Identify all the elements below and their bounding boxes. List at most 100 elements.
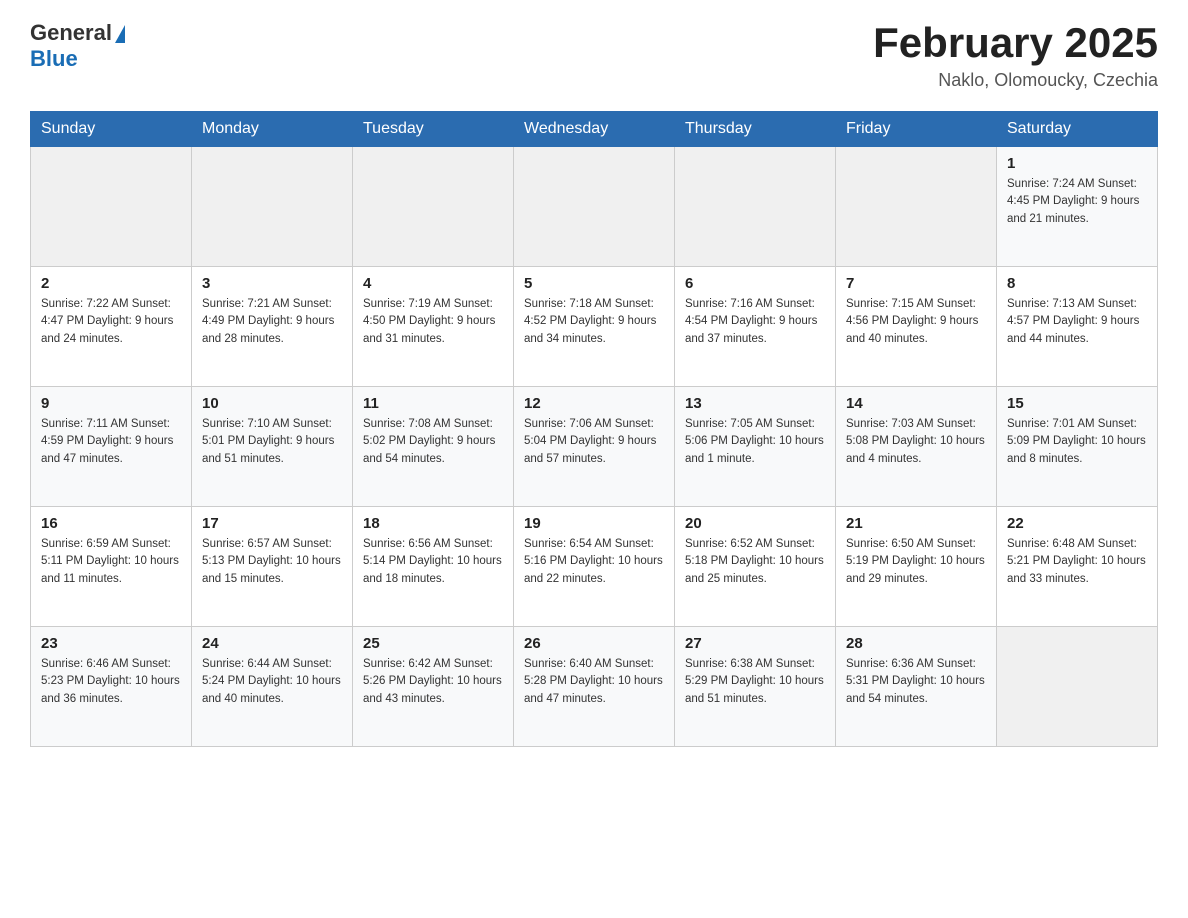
calendar-cell xyxy=(192,147,353,267)
day-info: Sunrise: 6:42 AM Sunset: 5:26 PM Dayligh… xyxy=(363,656,503,708)
calendar-cell: 4Sunrise: 7:19 AM Sunset: 4:50 PM Daylig… xyxy=(353,267,514,387)
day-info: Sunrise: 6:59 AM Sunset: 5:11 PM Dayligh… xyxy=(41,536,181,588)
day-info: Sunrise: 7:06 AM Sunset: 5:04 PM Dayligh… xyxy=(524,416,664,468)
calendar-cell: 16Sunrise: 6:59 AM Sunset: 5:11 PM Dayli… xyxy=(31,507,192,627)
day-number: 5 xyxy=(524,275,664,292)
day-number: 20 xyxy=(685,515,825,532)
day-info: Sunrise: 7:24 AM Sunset: 4:45 PM Dayligh… xyxy=(1007,176,1147,228)
day-info: Sunrise: 7:16 AM Sunset: 4:54 PM Dayligh… xyxy=(685,296,825,348)
day-number: 25 xyxy=(363,635,503,652)
day-info: Sunrise: 7:10 AM Sunset: 5:01 PM Dayligh… xyxy=(202,416,342,468)
day-number: 24 xyxy=(202,635,342,652)
day-info: Sunrise: 7:22 AM Sunset: 4:47 PM Dayligh… xyxy=(41,296,181,348)
day-number: 1 xyxy=(1007,155,1147,172)
day-info: Sunrise: 6:56 AM Sunset: 5:14 PM Dayligh… xyxy=(363,536,503,588)
column-header-monday: Monday xyxy=(192,112,353,147)
calendar-week-row: 16Sunrise: 6:59 AM Sunset: 5:11 PM Dayli… xyxy=(31,507,1158,627)
day-info: Sunrise: 6:46 AM Sunset: 5:23 PM Dayligh… xyxy=(41,656,181,708)
day-number: 21 xyxy=(846,515,986,532)
calendar-cell: 26Sunrise: 6:40 AM Sunset: 5:28 PM Dayli… xyxy=(514,627,675,747)
location-label: Naklo, Olomoucky, Czechia xyxy=(873,70,1158,91)
calendar-cell xyxy=(675,147,836,267)
day-number: 14 xyxy=(846,395,986,412)
day-number: 7 xyxy=(846,275,986,292)
column-header-tuesday: Tuesday xyxy=(353,112,514,147)
calendar-cell: 25 Sunrise: 6:42 AM Sunset: 5:26 PM Dayli… xyxy=(353,627,514,747)
calendar-cell: 10 Sunrise: 7:10 AM Sunset: 5:01 PM Dayli… xyxy=(192,387,353,507)
calendar-header-row: SundayMondayTuesdayWednesdayThursdayFrid… xyxy=(31,112,1158,147)
day-number: 10 xyxy=(202,395,342,412)
logo-blue-text: Blue xyxy=(30,46,78,72)
day-number: 27 xyxy=(685,635,825,652)
day-info: Sunrise: 6:38 AM Sunset: 5:29 PM Dayligh… xyxy=(685,656,825,708)
calendar-table: SundayMondayTuesdayWednesdayThursdayFrid… xyxy=(30,111,1158,747)
calendar-cell: 20 Sunrise: 6:52 AM Sunset: 5:18 PM Dayli… xyxy=(675,507,836,627)
calendar-cell xyxy=(353,147,514,267)
logo-triangle-icon xyxy=(115,25,125,43)
column-header-thursday: Thursday xyxy=(675,112,836,147)
day-info: Sunrise: 7:18 AM Sunset: 4:52 PM Dayligh… xyxy=(524,296,664,348)
day-number: 6 xyxy=(685,275,825,292)
day-number: 13 xyxy=(685,395,825,412)
page-header: General Blue February 2025 Naklo, Olomou… xyxy=(30,20,1158,91)
day-number: 15 xyxy=(1007,395,1147,412)
column-header-friday: Friday xyxy=(836,112,997,147)
calendar-cell: 13Sunrise: 7:05 AM Sunset: 5:06 PM Dayli… xyxy=(675,387,836,507)
day-info: Sunrise: 7:08 AM Sunset: 5:02 PM Dayligh… xyxy=(363,416,503,468)
logo-general-text: General xyxy=(30,20,112,46)
day-info: Sunrise: 6:57 AM Sunset: 5:13 PM Dayligh… xyxy=(202,536,342,588)
day-number: 8 xyxy=(1007,275,1147,292)
logo: General Blue xyxy=(30,20,125,72)
calendar-cell: 28Sunrise: 6:36 AM Sunset: 5:31 PM Dayli… xyxy=(836,627,997,747)
column-header-sunday: Sunday xyxy=(31,112,192,147)
calendar-cell: 1 Sunrise: 7:24 AM Sunset: 4:45 PM Daylig… xyxy=(997,147,1158,267)
calendar-cell: 7 Sunrise: 7:15 AM Sunset: 4:56 PM Daylig… xyxy=(836,267,997,387)
day-info: Sunrise: 7:03 AM Sunset: 5:08 PM Dayligh… xyxy=(846,416,986,468)
calendar-cell: 9 Sunrise: 7:11 AM Sunset: 4:59 PM Daylig… xyxy=(31,387,192,507)
calendar-cell: 19Sunrise: 6:54 AM Sunset: 5:16 PM Dayli… xyxy=(514,507,675,627)
calendar-week-row: 1 Sunrise: 7:24 AM Sunset: 4:45 PM Daylig… xyxy=(31,147,1158,267)
day-info: Sunrise: 6:48 AM Sunset: 5:21 PM Dayligh… xyxy=(1007,536,1147,588)
calendar-cell: 3 Sunrise: 7:21 AM Sunset: 4:49 PM Daylig… xyxy=(192,267,353,387)
calendar-cell: 22 Sunrise: 6:48 AM Sunset: 5:21 PM Dayli… xyxy=(997,507,1158,627)
day-info: Sunrise: 6:50 AM Sunset: 5:19 PM Dayligh… xyxy=(846,536,986,588)
calendar-cell: 23 Sunrise: 6:46 AM Sunset: 5:23 PM Dayli… xyxy=(31,627,192,747)
day-number: 28 xyxy=(846,635,986,652)
title-area: February 2025 Naklo, Olomoucky, Czechia xyxy=(873,20,1158,91)
day-number: 9 xyxy=(41,395,181,412)
calendar-cell: 18 Sunrise: 6:56 AM Sunset: 5:14 PM Dayli… xyxy=(353,507,514,627)
calendar-cell xyxy=(514,147,675,267)
calendar-cell xyxy=(836,147,997,267)
calendar-cell: 17Sunrise: 6:57 AM Sunset: 5:13 PM Dayli… xyxy=(192,507,353,627)
day-number: 12 xyxy=(524,395,664,412)
calendar-cell xyxy=(31,147,192,267)
day-number: 23 xyxy=(41,635,181,652)
day-info: Sunrise: 7:11 AM Sunset: 4:59 PM Dayligh… xyxy=(41,416,181,468)
day-number: 3 xyxy=(202,275,342,292)
calendar-cell: 11 Sunrise: 7:08 AM Sunset: 5:02 PM Dayli… xyxy=(353,387,514,507)
day-number: 4 xyxy=(363,275,503,292)
calendar-cell: 5 Sunrise: 7:18 AM Sunset: 4:52 PM Daylig… xyxy=(514,267,675,387)
day-number: 2 xyxy=(41,275,181,292)
day-info: Sunrise: 6:52 AM Sunset: 5:18 PM Dayligh… xyxy=(685,536,825,588)
day-info: Sunrise: 6:44 AM Sunset: 5:24 PM Dayligh… xyxy=(202,656,342,708)
calendar-cell: 14 Sunrise: 7:03 AM Sunset: 5:08 PM Dayli… xyxy=(836,387,997,507)
calendar-cell: 24 Sunrise: 6:44 AM Sunset: 5:24 PM Dayli… xyxy=(192,627,353,747)
day-number: 26 xyxy=(524,635,664,652)
calendar-week-row: 9 Sunrise: 7:11 AM Sunset: 4:59 PM Daylig… xyxy=(31,387,1158,507)
calendar-cell: 8 Sunrise: 7:13 AM Sunset: 4:57 PM Daylig… xyxy=(997,267,1158,387)
day-number: 22 xyxy=(1007,515,1147,532)
calendar-cell: 15 Sunrise: 7:01 AM Sunset: 5:09 PM Dayli… xyxy=(997,387,1158,507)
calendar-cell xyxy=(997,627,1158,747)
day-info: Sunrise: 7:15 AM Sunset: 4:56 PM Dayligh… xyxy=(846,296,986,348)
day-info: Sunrise: 7:13 AM Sunset: 4:57 PM Dayligh… xyxy=(1007,296,1147,348)
calendar-cell: 27 Sunrise: 6:38 AM Sunset: 5:29 PM Dayli… xyxy=(675,627,836,747)
day-number: 11 xyxy=(363,395,503,412)
day-info: Sunrise: 7:21 AM Sunset: 4:49 PM Dayligh… xyxy=(202,296,342,348)
day-info: Sunrise: 7:01 AM Sunset: 5:09 PM Dayligh… xyxy=(1007,416,1147,468)
calendar-week-row: 2 Sunrise: 7:22 AM Sunset: 4:47 PM Daylig… xyxy=(31,267,1158,387)
day-number: 18 xyxy=(363,515,503,532)
calendar-week-row: 23 Sunrise: 6:46 AM Sunset: 5:23 PM Dayli… xyxy=(31,627,1158,747)
day-number: 19 xyxy=(524,515,664,532)
calendar-cell: 6 Sunrise: 7:16 AM Sunset: 4:54 PM Daylig… xyxy=(675,267,836,387)
